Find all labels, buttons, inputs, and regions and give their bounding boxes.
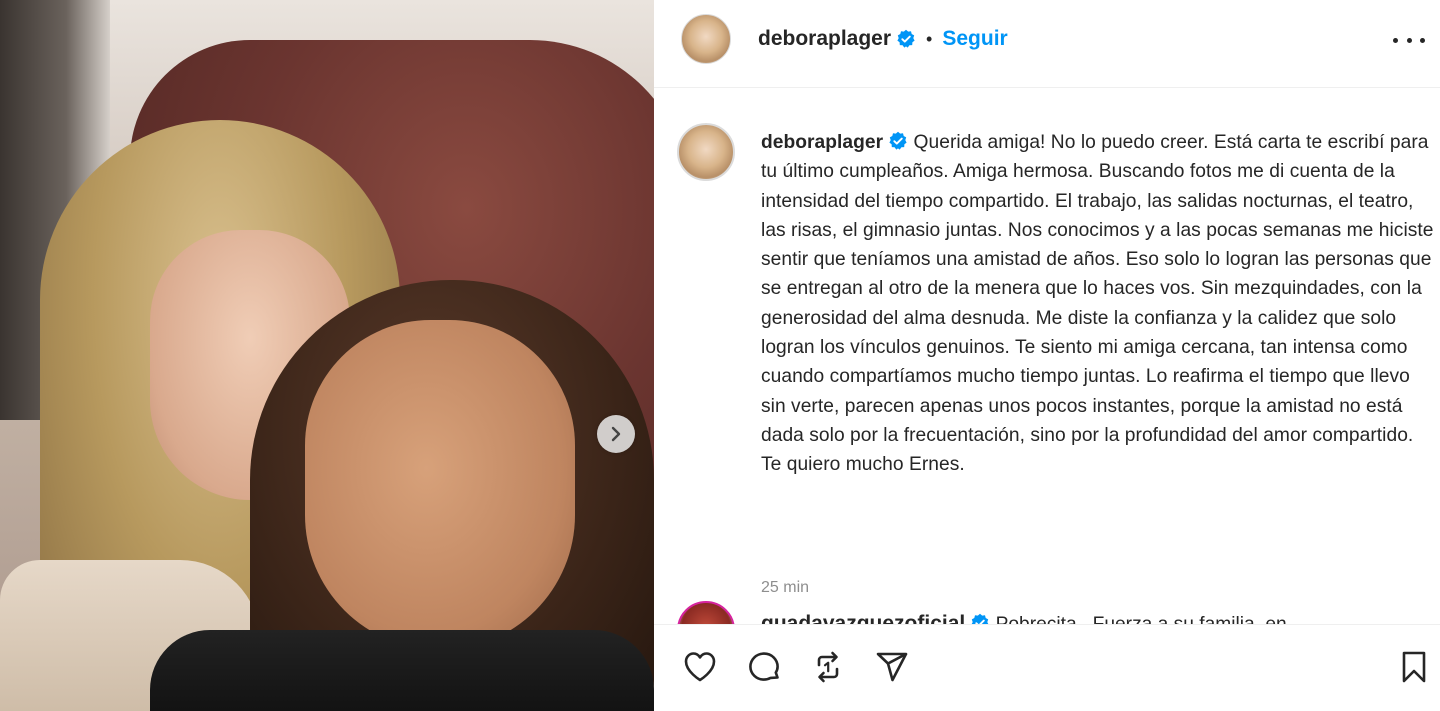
comment-body: Pobrecita.. Fuerza a su familia, en bbox=[996, 614, 1287, 624]
more-options-icon[interactable] bbox=[1393, 28, 1425, 52]
post-photo bbox=[0, 0, 654, 711]
heart-icon bbox=[684, 652, 716, 682]
caption-timestamp[interactable]: 25 min bbox=[761, 579, 809, 597]
more-dot bbox=[1420, 37, 1425, 43]
paper-plane-icon bbox=[876, 652, 908, 682]
verified-badge-icon bbox=[889, 131, 907, 150]
author-name-row: deboraplager • Seguir bbox=[758, 27, 1008, 51]
chevron-right-icon bbox=[611, 426, 621, 442]
comment-username[interactable]: guadavazquezoficial bbox=[761, 612, 965, 624]
post-sidebar: deboraplager • Seguir deboraplager Queri… bbox=[654, 0, 1440, 711]
comment-button[interactable] bbox=[744, 647, 784, 687]
photo-person-right-face bbox=[305, 320, 575, 650]
repost-icon bbox=[817, 651, 839, 683]
verified-badge-icon bbox=[971, 613, 989, 624]
caption-body: Querida amiga! No lo puedo creer. Está c… bbox=[761, 132, 1434, 476]
caption-author-avatar[interactable] bbox=[677, 123, 735, 181]
photo-person-right-shirt bbox=[150, 630, 654, 711]
verified-badge-icon bbox=[897, 29, 915, 48]
caption-text: deboraplager Querida amiga! No lo puedo … bbox=[761, 128, 1437, 480]
separator-dot: • bbox=[926, 28, 933, 49]
repost-button[interactable] bbox=[808, 647, 848, 687]
next-photo-button[interactable] bbox=[597, 415, 635, 453]
author-username[interactable]: deboraplager bbox=[758, 27, 891, 51]
follow-button[interactable]: Seguir bbox=[942, 27, 1007, 51]
comment-text: guadavazquezoficial Pobrecita.. Fuerza a… bbox=[761, 609, 1287, 624]
share-button[interactable] bbox=[872, 647, 912, 687]
post-header: deboraplager • Seguir bbox=[654, 0, 1440, 88]
save-button[interactable] bbox=[1394, 647, 1434, 687]
comment-bubble-icon bbox=[749, 652, 779, 681]
action-bar bbox=[654, 624, 1440, 711]
more-dot bbox=[1393, 37, 1398, 43]
bookmark-icon bbox=[1402, 651, 1426, 683]
commenter-avatar[interactable] bbox=[677, 601, 735, 624]
caption-username[interactable]: deboraplager bbox=[761, 132, 883, 153]
more-dot bbox=[1406, 37, 1412, 43]
comments-section[interactable]: deboraplager Querida amiga! No lo puedo … bbox=[654, 89, 1440, 624]
like-button[interactable] bbox=[680, 647, 720, 687]
author-avatar[interactable] bbox=[681, 14, 731, 64]
